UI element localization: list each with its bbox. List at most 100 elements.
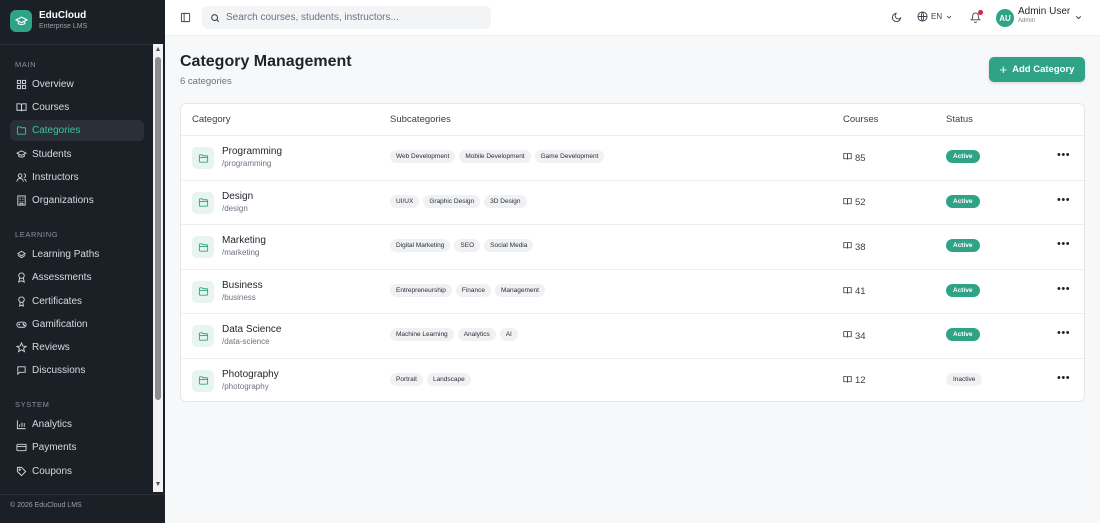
sidebar-scrollbar[interactable]: ▲ ▼ — [153, 44, 163, 492]
table-row[interactable]: Data Science/data-science Machine Learnin… — [181, 314, 1084, 359]
course-count: 38 — [843, 241, 866, 253]
course-count-value: 12 — [855, 375, 866, 386]
sidebar-item-label: Instructors — [32, 171, 79, 183]
sidebar-item-label: Certificates — [32, 295, 83, 307]
sidebar-item-label: Payments — [32, 442, 77, 454]
subcategory-list: Portrait Landscape — [390, 372, 475, 386]
subcategory-chip: Social Media — [484, 239, 534, 252]
bar-chart-icon — [16, 420, 26, 430]
more-actions-icon[interactable]: ••• — [1057, 372, 1070, 384]
sidebar-item-instructors[interactable]: Instructors — [10, 167, 144, 188]
sidebar-item-payments[interactable]: Payments — [10, 437, 144, 458]
table-row[interactable]: Design/design UI/UX Graphic Design 3D Desig… — [181, 181, 1084, 225]
category-name: Programming — [222, 146, 283, 157]
subcategory-chip: Game Development — [534, 150, 605, 163]
chevron-down-icon — [946, 15, 952, 19]
brand[interactable]: EduCloud Enterprise LMS — [10, 10, 87, 32]
status-badge: Active — [946, 328, 980, 341]
scroll-up-arrow-icon[interactable]: ▲ — [154, 46, 162, 54]
sidebar-item-learning-paths[interactable]: Learning Paths — [10, 244, 144, 265]
book-icon — [843, 241, 855, 253]
table-row[interactable]: Programming/programming Web Development Mo… — [181, 136, 1084, 181]
more-actions-icon[interactable]: ••• — [1057, 238, 1070, 250]
table-row[interactable]: Business/business Entrepreneurship Finance… — [181, 270, 1084, 314]
table-row[interactable]: Photography/photography Portrait Landscape… — [181, 359, 1084, 404]
sidebar-item-organizations[interactable]: Organizations — [10, 190, 144, 211]
sidebar-item-coupons[interactable]: Coupons — [10, 461, 144, 482]
chevron-down-icon[interactable] — [1074, 13, 1083, 22]
sidebar-item-categories[interactable]: Categories — [10, 120, 144, 142]
book-icon — [843, 152, 855, 164]
subcategory-chip: Web Development — [390, 150, 456, 163]
sidebar-item-analytics[interactable]: Analytics — [10, 414, 144, 435]
subcategory-list: Digital Marketing SEO Social Media — [390, 239, 537, 252]
sidebar-item-reviews[interactable]: Reviews — [10, 337, 144, 358]
sidebar-item-label: Categories — [32, 125, 81, 137]
search-bar[interactable] — [202, 6, 491, 29]
building-icon — [17, 195, 26, 206]
course-count-value: 34 — [855, 330, 866, 342]
course-count-value: 41 — [855, 286, 866, 297]
credit-card-icon — [16, 444, 27, 452]
search-input[interactable] — [226, 12, 476, 23]
sidebar-item-students[interactable]: Students — [10, 144, 144, 165]
add-category-button[interactable]: + Add Category — [989, 57, 1085, 82]
sidebar-item-label: Discussions — [32, 365, 86, 377]
sidebar-item-certificates[interactable]: Certificates — [10, 291, 144, 312]
user-role: Admin — [1018, 18, 1036, 24]
moon-icon[interactable] — [891, 12, 902, 23]
page-title: Category Management — [180, 53, 352, 70]
book-icon — [843, 286, 855, 298]
scroll-down-arrow-icon[interactable]: ▼ — [154, 481, 162, 489]
more-actions-icon[interactable]: ••• — [1057, 194, 1070, 206]
more-actions-icon[interactable]: ••• — [1057, 327, 1070, 339]
sidebar-item-overview[interactable]: Overview — [10, 74, 144, 95]
category-name: Data Science — [222, 324, 282, 335]
sidebar-item-courses[interactable]: Courses — [10, 97, 144, 118]
subcategory-chip: Portrait — [390, 372, 423, 386]
sidebar-item-discussions[interactable]: Discussions — [10, 360, 144, 381]
course-count: 41 — [843, 286, 866, 298]
subcategory-chip: Management — [495, 283, 545, 297]
sidebar-item-assessments[interactable]: Assessments — [10, 267, 144, 288]
avatar[interactable]: AU — [996, 9, 1014, 27]
sidebar-item-label: Assessments — [32, 272, 92, 284]
user-name[interactable]: Admin User — [1018, 6, 1070, 17]
category-slug: /marketing — [222, 248, 260, 257]
sidebar-toggle-icon[interactable] — [180, 12, 191, 23]
course-count: 34 — [843, 330, 866, 342]
folder-icon — [192, 280, 214, 303]
category-slug: /design — [222, 203, 248, 213]
section-title-main: MAIN — [15, 60, 37, 69]
subcategory-list: Entrepreneurship Finance Management — [390, 283, 549, 297]
subcategory-chip: AI — [499, 328, 518, 341]
language-selector[interactable]: EN — [917, 11, 953, 22]
medal-icon — [18, 295, 25, 307]
star-icon — [16, 341, 27, 353]
category-name: Photography — [222, 368, 279, 380]
scrollbar-thumb[interactable] — [155, 57, 161, 400]
categories-table: Category Subcategories Courses Status Pr… — [180, 103, 1085, 402]
subcategory-chip: Landscape — [426, 372, 471, 386]
globe-icon — [917, 11, 928, 22]
subcategory-chip: Digital Marketing — [390, 239, 451, 252]
course-count-value: 52 — [855, 197, 866, 208]
folder-icon — [192, 236, 214, 258]
message-icon — [17, 366, 26, 376]
subcategory-list: UI/UX Graphic Design 3D Design — [390, 194, 531, 208]
table-row[interactable]: Marketing/marketing Digital Marketing SEO S… — [181, 225, 1084, 270]
course-count: 85 — [843, 152, 866, 164]
more-actions-icon[interactable]: ••• — [1057, 283, 1070, 295]
subcategory-chip: Analytics — [457, 328, 496, 341]
add-category-label: Add Category — [1012, 64, 1075, 75]
category-slug: /programming — [222, 159, 272, 168]
users-icon — [16, 173, 27, 182]
status-badge: Inactive — [946, 372, 983, 386]
subcategory-chip: SEO — [454, 239, 481, 252]
more-actions-icon[interactable]: ••• — [1057, 149, 1070, 161]
folder-icon — [192, 369, 214, 392]
subcategory-list: Machine Learning Analytics AI — [390, 328, 522, 341]
status-badge: Active — [946, 283, 980, 297]
subcategory-chip: Mobile Development — [459, 150, 531, 163]
sidebar-item-gamification[interactable]: Gamification — [10, 314, 144, 335]
